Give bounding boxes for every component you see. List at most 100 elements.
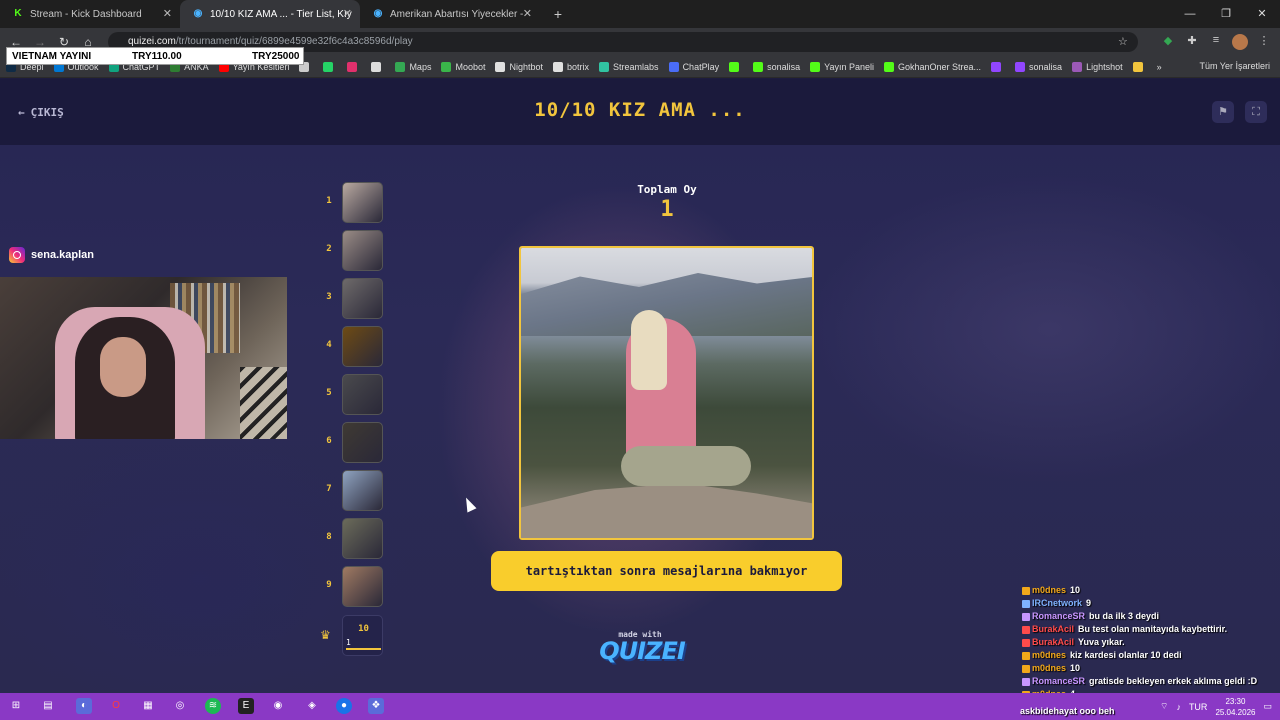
bookmark-item[interactable]: Yayın Paneli (810, 61, 874, 72)
window-controls: — ❐ ✕ (1172, 0, 1280, 28)
opera-icon[interactable]: O (108, 698, 124, 714)
avatar[interactable] (1232, 34, 1248, 50)
chat-text: gratisde bekleyen erkek aklıma geldi :D (1089, 676, 1258, 686)
chat-username: IRCnetwork (1032, 598, 1083, 608)
quiz-image-card[interactable] (519, 246, 814, 540)
whatsapp-icon (323, 61, 334, 72)
bracket-item[interactable]: 2 (320, 230, 390, 271)
app-icon[interactable]: ▦ (140, 698, 156, 714)
chat-message: BurakAcil Bu test olan manitayıda kaybett… (1022, 623, 1280, 636)
bracket-item[interactable]: 3 (320, 278, 390, 319)
quiz-header: ← ÇIKIŞ 10/10 KIZ AMA ... ⚑ ⛶ (0, 79, 1280, 145)
quiz-photo (521, 248, 812, 538)
bookmark-item[interactable]: sonalisa (1015, 61, 1062, 72)
chat-username: BurakAcil (1032, 637, 1075, 647)
bracket-item[interactable]: 4 (320, 326, 390, 367)
chatplay-icon (668, 61, 679, 72)
twitch-icon (1015, 61, 1026, 72)
bracket-number: 4 (326, 340, 332, 350)
windows-start-icon[interactable]: ⊞ (8, 698, 24, 714)
shield-extension-icon[interactable]: ◆ (1160, 34, 1176, 50)
bracket-number: 2 (326, 244, 332, 254)
bookmark-item[interactable] (371, 61, 385, 72)
total-votes-label: Toplam Oy (637, 183, 697, 196)
bookmark-item[interactable]: sonalisa (753, 61, 801, 72)
volume-icon[interactable]: ♪ (1176, 702, 1181, 712)
minimize-icon[interactable]: — (1172, 0, 1208, 28)
flag-icon[interactable]: ⚑ (1212, 101, 1234, 123)
bracket-item[interactable]: 7 (320, 470, 390, 511)
total-votes-count: 1 (660, 197, 674, 222)
bookmark-star-icon[interactable]: ☆ (1118, 35, 1128, 48)
epic-games-icon[interactable]: E (238, 698, 254, 714)
bracket-number: 9 (326, 580, 332, 590)
language-indicator[interactable]: TUR (1189, 702, 1208, 712)
spotify-icon[interactable]: ≋ (205, 698, 221, 714)
chat-badge-icon (1022, 677, 1030, 686)
bookmark-label: ChatPlay (682, 61, 720, 72)
bookmark-item[interactable]: Nightbot (495, 61, 543, 72)
alert-user: askbidehayat (1020, 706, 1078, 716)
crown-icon: ♛ (320, 628, 331, 642)
media-icon[interactable]: ≡ (1208, 34, 1224, 50)
bookmark-item[interactable]: ChatPlay (668, 61, 720, 72)
new-tab-button[interactable]: + (546, 6, 570, 22)
browser-tab-quizei[interactable]: ◉ 10/10 KIZ AMA ... - Tier List, Kıy ✕ (180, 0, 360, 28)
bookmark-item[interactable]: Maps (395, 61, 431, 72)
chat-username: BurakAcil (1032, 624, 1075, 634)
close-icon[interactable]: ✕ (343, 7, 352, 20)
bookmark-item[interactable] (1132, 61, 1147, 72)
chat-message: m0dnes kiz kardesi olanlar 10 dedi (1022, 649, 1280, 662)
browser-tab-kick[interactable]: K Stream - Kick Dashboard ✕ (0, 0, 180, 28)
file-explorer-icon[interactable]: ▤ (40, 698, 56, 714)
quizei-logo[interactable]: QUIZEI (597, 637, 687, 665)
stream-alert-overlay: askbidehayat ooo beh (1020, 706, 1115, 716)
puzzle-icon[interactable]: ✚ (1184, 34, 1200, 50)
browser-tab-amerikan[interactable]: ◉ Amerikan Abartısı Yiyecekler - ✕ (360, 0, 540, 28)
system-tray: ⌔ ♪ TUR 23:30 25.04.2026 ▭ (1160, 693, 1272, 720)
bookmark-item[interactable] (347, 61, 361, 72)
bookmarks-more-button[interactable]: » (1157, 62, 1162, 72)
donation-goal: TRY25000 (252, 50, 300, 62)
bookmark-label: sonalisa (767, 61, 801, 72)
close-icon[interactable]: ✕ (163, 7, 172, 20)
menu-dots-icon[interactable]: ⋮ (1256, 34, 1272, 50)
quiz-caption: tartıştıktan sonra mesajlarına bakmıyor (491, 551, 842, 591)
obs-icon[interactable]: ◉ (270, 698, 286, 714)
bookmark-item[interactable]: Moobot (441, 61, 485, 72)
notification-icon[interactable]: ▭ (1263, 701, 1272, 712)
bookmark-item[interactable] (323, 61, 337, 72)
app-icon-3[interactable]: ❖ (368, 698, 384, 714)
chrome-icon[interactable]: ● (336, 698, 352, 714)
steam-icon[interactable]: ◎ (172, 698, 188, 714)
chat-message: RomanceSR gratisde bekleyen erkek aklıma … (1022, 675, 1280, 688)
restore-icon[interactable]: ❐ (1208, 0, 1244, 28)
bracket-thumbnail (342, 278, 383, 319)
all-bookmarks-button[interactable]: Tüm Yer İşaretleri (1199, 61, 1270, 71)
bracket-number: 5 (326, 388, 332, 398)
app-icon-2[interactable]: ◈ (304, 698, 320, 714)
chat-text: Bu test olan manitayıda kaybettirir. (1078, 624, 1228, 634)
close-icon[interactable]: ✕ (523, 7, 532, 20)
close-window-icon[interactable]: ✕ (1244, 0, 1280, 28)
clock[interactable]: 23:30 25.04.2026 (1215, 696, 1255, 718)
clock-date: 25.04.2026 (1215, 707, 1256, 717)
chat-badge-icon (1022, 586, 1030, 595)
bookmark-item[interactable]: botrix (553, 61, 589, 72)
bracket-thumbnail (342, 374, 383, 415)
bracket-item[interactable]: 9 (320, 566, 390, 607)
bookmark-item[interactable]: Lightshot (1072, 61, 1123, 72)
wifi-icon[interactable]: ⌔ (1160, 701, 1168, 712)
discord-icon[interactable]: ◐ (76, 698, 92, 714)
bookmark-item[interactable]: Streamlabs (599, 61, 659, 72)
bracket-item[interactable]: 8 (320, 518, 390, 559)
bracket-thumbnail (342, 326, 383, 367)
bracket-item[interactable]: 6 (320, 422, 390, 463)
bracket-number: 6 (326, 436, 332, 446)
bookmark-label: Lightshot (1086, 61, 1123, 72)
bookmark-item[interactable] (729, 61, 743, 72)
bracket-item[interactable]: 5 (320, 374, 390, 415)
fullscreen-icon[interactable]: ⛶ (1245, 101, 1267, 123)
bookmark-item[interactable] (991, 61, 1005, 72)
bookmark-item[interactable]: GokhanOner Strea... (884, 61, 981, 72)
